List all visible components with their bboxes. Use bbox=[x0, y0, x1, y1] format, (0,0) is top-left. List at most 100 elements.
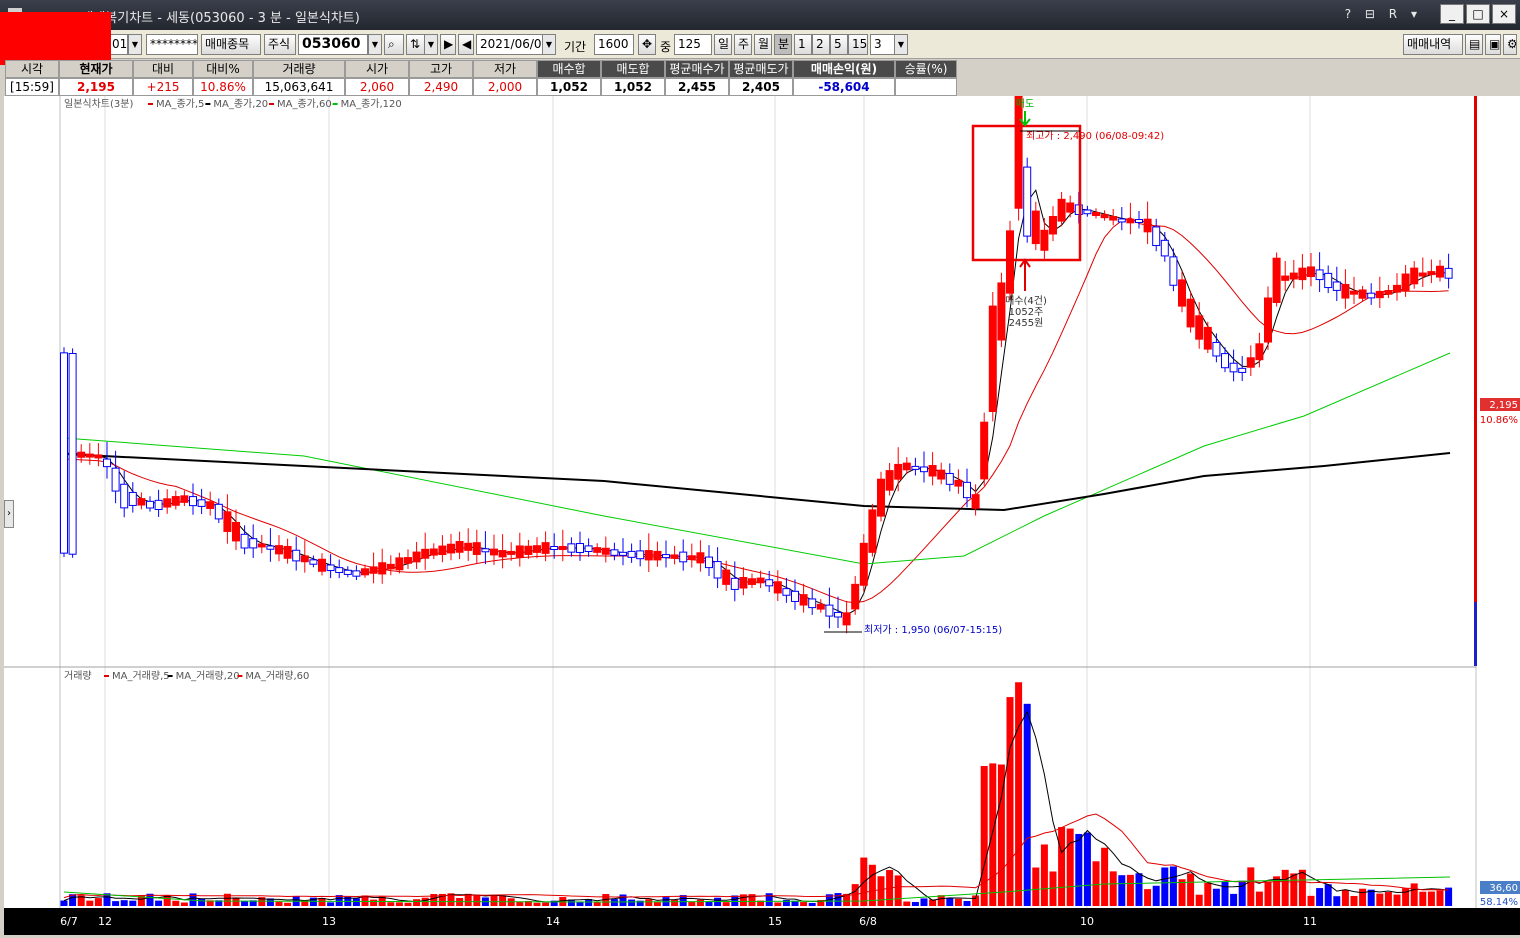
timeframe-5[interactable]: 5 bbox=[830, 34, 848, 55]
timeframe-15[interactable]: 15 bbox=[848, 34, 868, 55]
value-sell-sum: 1,052 bbox=[601, 78, 665, 96]
maximize-button[interactable]: □ bbox=[1466, 4, 1490, 24]
candle-body bbox=[567, 543, 576, 553]
next-arrow-icon[interactable]: ▶ bbox=[440, 34, 456, 55]
candle-body bbox=[1229, 362, 1238, 373]
candle-body bbox=[395, 557, 404, 571]
minute-dropdown-icon[interactable]: ▼ bbox=[894, 34, 908, 55]
trade-items-button[interactable]: 매매종목 bbox=[201, 34, 261, 55]
close-button[interactable]: × bbox=[1492, 4, 1516, 24]
menu-icon[interactable]: ▾ bbox=[1411, 7, 1422, 21]
candle-body bbox=[1195, 315, 1204, 340]
volume-bar bbox=[1135, 873, 1143, 906]
volume-bar bbox=[834, 893, 842, 906]
candle-body bbox=[490, 548, 498, 556]
timeframe-month[interactable]: 월 bbox=[754, 34, 772, 55]
candle-body bbox=[773, 581, 782, 594]
value-open: 2,060 bbox=[345, 78, 409, 96]
volume-bar bbox=[413, 899, 421, 906]
save-icon[interactable]: ▣ bbox=[1485, 34, 1501, 55]
overlap-input[interactable]: 125 bbox=[674, 34, 712, 55]
volume-bar bbox=[1204, 882, 1212, 906]
candle-body bbox=[1006, 230, 1014, 294]
candle-body bbox=[859, 542, 868, 586]
stock-type-button[interactable]: 주식 bbox=[264, 34, 296, 55]
folder-icon[interactable]: ▤ bbox=[1465, 34, 1483, 55]
volume-bar bbox=[1212, 888, 1220, 906]
minimize-button[interactable]: _ bbox=[1440, 4, 1464, 24]
password-field[interactable]: ******** bbox=[146, 34, 198, 55]
timeframe-1[interactable]: 1 bbox=[794, 34, 812, 55]
value-volume: 15,063,641 bbox=[253, 78, 345, 96]
candle-body bbox=[980, 421, 989, 480]
value-avg-sell: 2,405 bbox=[729, 78, 793, 96]
candle-body bbox=[541, 542, 550, 554]
help-icon[interactable]: ? bbox=[1345, 7, 1356, 21]
volume-bar bbox=[1092, 861, 1100, 906]
legend-item: MA_거래량,5 bbox=[112, 670, 170, 682]
settings-icon[interactable]: ⚙ bbox=[1503, 34, 1517, 55]
x-axis-label: 15 bbox=[768, 915, 782, 928]
search-icon[interactable]: ⌕ bbox=[384, 34, 404, 55]
timeframe-minute[interactable]: 분 bbox=[774, 34, 792, 55]
candle-body bbox=[326, 564, 335, 572]
header-low: 저가 bbox=[473, 60, 537, 78]
volume-pct-tag: 58.14% bbox=[1480, 897, 1518, 908]
volume-bar bbox=[1255, 891, 1263, 906]
volume-bar bbox=[1384, 892, 1392, 906]
volume-bar bbox=[473, 894, 481, 906]
volume-bar bbox=[1075, 833, 1083, 906]
crosshair-icon[interactable]: ✥ bbox=[638, 34, 656, 55]
legend-item: MA_종가,20 bbox=[213, 98, 268, 110]
timeframe-day[interactable]: 일 bbox=[714, 34, 732, 55]
candle-body bbox=[266, 545, 275, 550]
current-range-bar-red bbox=[1474, 96, 1477, 602]
candle-body bbox=[558, 545, 567, 551]
sell-label: 매도 bbox=[1016, 98, 1034, 110]
period-input[interactable]: 1600 bbox=[594, 34, 634, 55]
x-axis-label: 13 bbox=[322, 915, 336, 928]
volume-bar bbox=[1281, 869, 1289, 906]
candlestick-chart[interactable]: 일본식차트(3분) MA_종가,5 MA_종가,20 MA_종가,60 MA_종가,1… bbox=[4, 57, 1520, 935]
account-field[interactable]: 01 bbox=[108, 34, 128, 55]
chart-area[interactable]: 일본식차트(3분) MA_종가,5 MA_종가,20 MA_종가,60 MA_종가,1… bbox=[4, 57, 1520, 935]
candle-body bbox=[1092, 212, 1100, 216]
date-input[interactable]: 2021/06/08 bbox=[476, 34, 544, 55]
volume-bar bbox=[696, 899, 704, 906]
candle-body bbox=[214, 503, 223, 520]
volume-bar bbox=[94, 898, 102, 906]
date-dropdown-icon[interactable]: ▼ bbox=[542, 34, 556, 55]
layout-icon[interactable]: ⊟ bbox=[1365, 7, 1380, 21]
volume-bar bbox=[542, 902, 550, 906]
header-pnl: 매매손익(원) bbox=[793, 60, 895, 78]
header-high: 고가 bbox=[409, 60, 473, 78]
volume-bar bbox=[1195, 894, 1203, 906]
timeframe-week[interactable]: 주 bbox=[734, 34, 752, 55]
candle-body bbox=[1444, 267, 1453, 279]
value-pnl: -58,604 bbox=[793, 78, 895, 96]
candle-body bbox=[146, 500, 154, 509]
volume-bar bbox=[1161, 867, 1169, 906]
volume-bar bbox=[800, 902, 808, 906]
volume-bar bbox=[1324, 884, 1332, 906]
legend-item: MA_거래량,60 bbox=[245, 670, 309, 682]
side-panel-toggle-icon[interactable]: › bbox=[4, 500, 14, 528]
candle-body bbox=[249, 538, 258, 549]
volume-bar bbox=[576, 902, 584, 906]
candle-body bbox=[369, 566, 378, 574]
stock-code-input[interactable]: 053060 bbox=[298, 34, 368, 55]
header-sell-sum: 매도합 bbox=[601, 60, 665, 78]
volume-legend-title: 거래량 bbox=[64, 670, 92, 682]
timeframe-2[interactable]: 2 bbox=[812, 34, 830, 55]
candle-body bbox=[885, 470, 894, 491]
title-icons[interactable]: ? ⊟ R ▾ bbox=[1345, 7, 1422, 21]
trade-history-button[interactable]: 매매내역 bbox=[1403, 34, 1463, 55]
stock-code-dropdown-icon[interactable]: ▼ bbox=[368, 34, 382, 55]
refresh-icon[interactable]: R bbox=[1389, 7, 1402, 21]
minute-input[interactable]: 3 bbox=[870, 34, 896, 55]
period-label: 기간 bbox=[564, 40, 587, 54]
prev-arrow-icon[interactable]: ◀ bbox=[458, 34, 474, 55]
x-axis-label: 12 bbox=[98, 915, 112, 928]
account-dropdown-icon[interactable]: ▼ bbox=[128, 34, 142, 55]
sort-dropdown-icon[interactable]: ▼ bbox=[424, 34, 438, 55]
